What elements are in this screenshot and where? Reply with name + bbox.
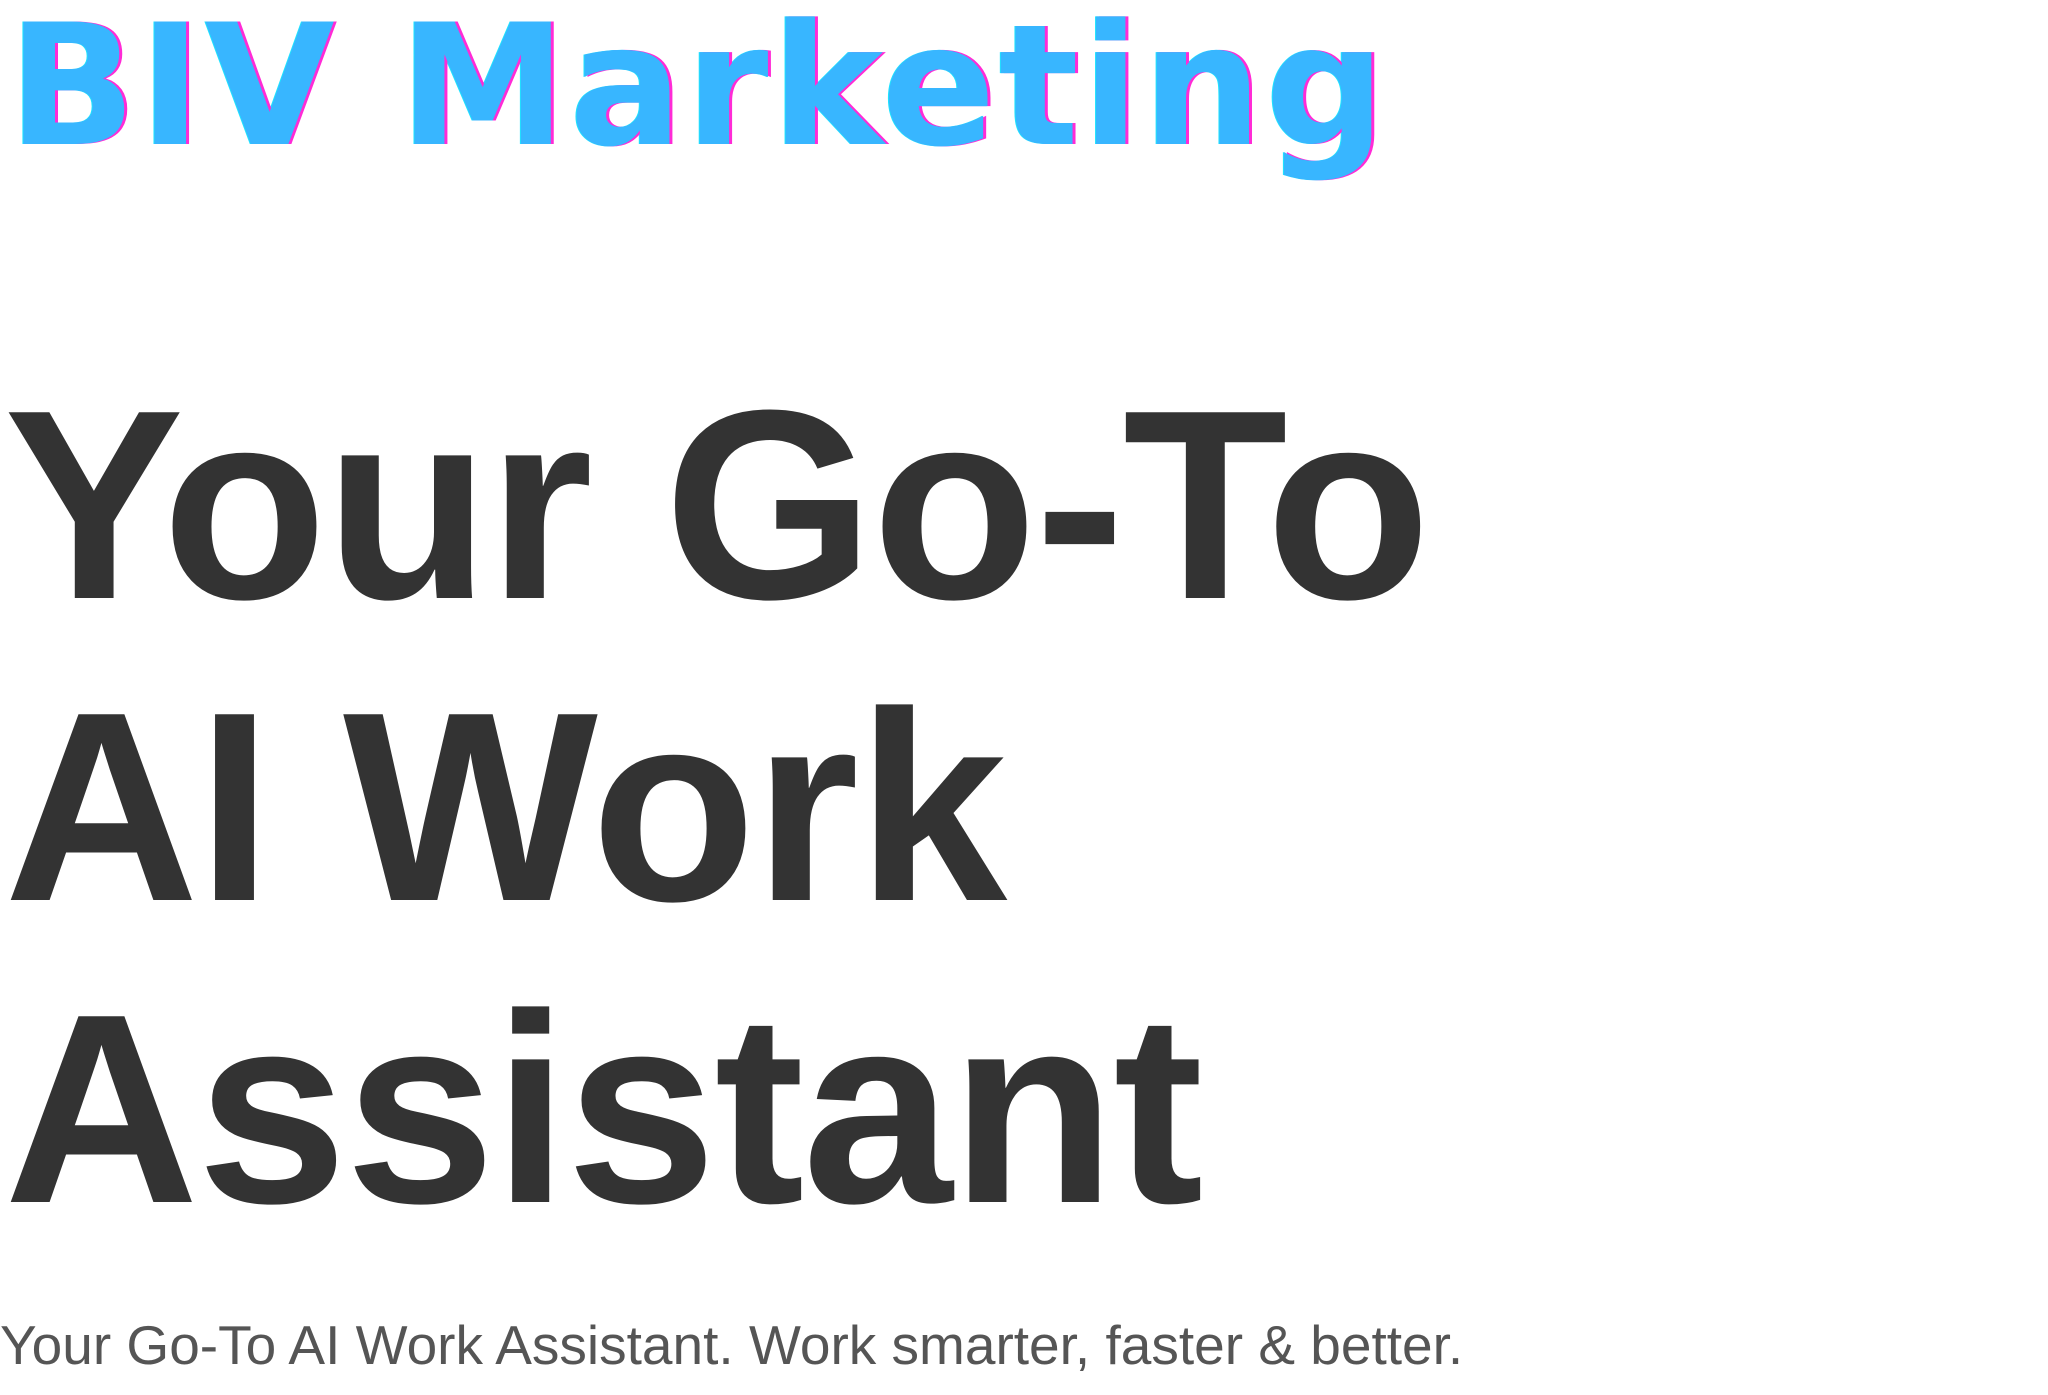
landing-page: BIV Marketing Your Go-To AI Work Assista… (0, 0, 2048, 1395)
headline-line-2: AI Work (4, 657, 1007, 958)
hero-headline: Your Go-To AI Work Assistant (4, 355, 1431, 1261)
headline-line-1: Your Go-To (4, 355, 1431, 656)
brand-logo-link[interactable]: BIV Marketing (8, 2, 1388, 170)
hero-tagline: Your Go-To AI Work Assistant. Work smart… (0, 1314, 1464, 1376)
headline-line-3: Assistant (4, 959, 1203, 1260)
